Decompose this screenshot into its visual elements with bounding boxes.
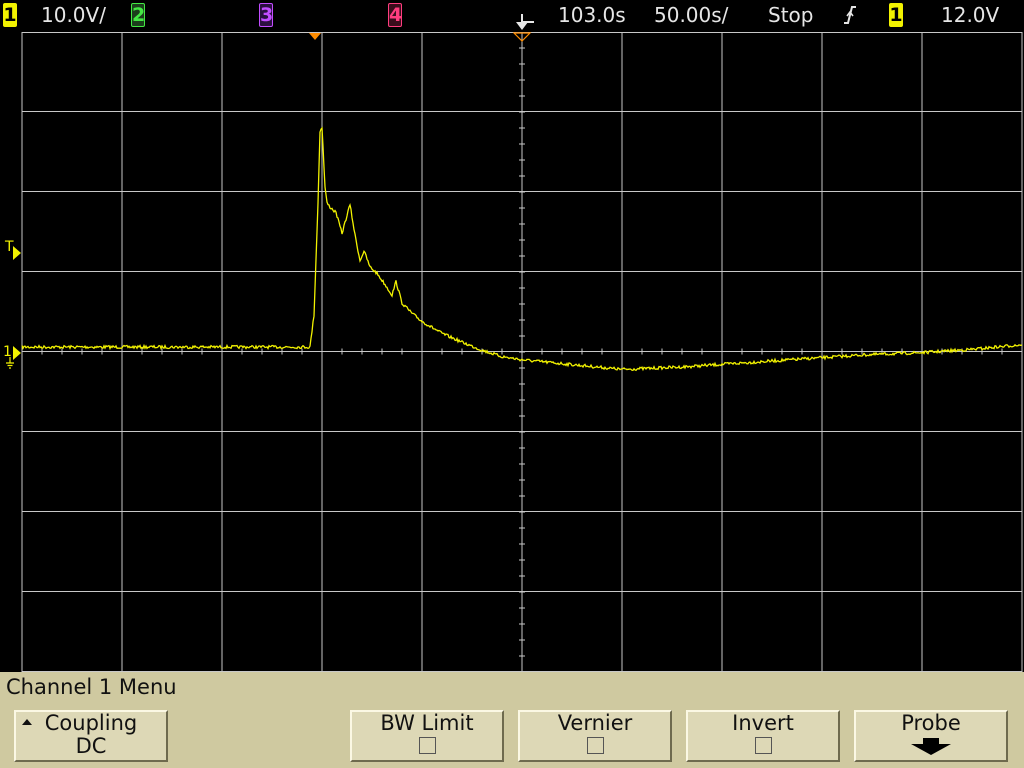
trigger-level-readout: 12.0V xyxy=(941,3,1000,27)
menu-title: Channel 1 Menu xyxy=(6,675,177,699)
channel-1-scale: 10.0V/ xyxy=(41,3,106,27)
trigger-source-indicator: 1 xyxy=(889,3,903,27)
coupling-softkey-label: Coupling xyxy=(44,711,138,735)
probe-softkey[interactable]: Probe xyxy=(854,710,1008,762)
run-state-readout: Stop xyxy=(768,3,814,27)
bw-limit-softkey[interactable]: BW Limit xyxy=(350,710,504,762)
vernier-softkey-label: Vernier xyxy=(557,711,633,735)
graticule: T 1 xyxy=(3,32,1023,672)
trigger-level-marker-icon xyxy=(13,246,21,260)
coupling-softkey-value: DC xyxy=(75,734,107,758)
bw-limit-checkbox[interactable] xyxy=(418,737,436,754)
channel-2-indicator[interactable]: 2 xyxy=(131,3,145,27)
vernier-checkbox[interactable] xyxy=(586,737,604,754)
channel-4-indicator[interactable]: 4 xyxy=(388,3,402,27)
coupling-softkey[interactable]: Coupling DC xyxy=(14,710,168,762)
ground-marker-icon xyxy=(13,346,21,360)
invert-softkey[interactable]: Invert xyxy=(686,710,840,762)
bw-limit-softkey-label: BW Limit xyxy=(380,711,474,735)
trigger-level-marker-label: T xyxy=(4,239,14,255)
channel-3-indicator[interactable]: 3 xyxy=(259,3,273,27)
waveform-display[interactable]: T 1 xyxy=(0,32,1024,672)
status-bar: 1 10.0V/ 2 3 4 103.0s 50.00s/ Stop 1 12.… xyxy=(0,0,1024,32)
oscilloscope-screen: 1 10.0V/ 2 3 4 103.0s 50.00s/ Stop 1 12.… xyxy=(0,0,1024,768)
delay-marker-icon xyxy=(516,14,534,30)
rising-edge-icon xyxy=(844,6,856,24)
time-scale-readout: 50.00s/ xyxy=(654,3,729,27)
probe-softkey-label: Probe xyxy=(901,711,961,735)
time-delay-readout: 103.0s xyxy=(558,3,626,27)
channel-menu-panel: Channel 1 Menu Coupling DC BW Limit Vern… xyxy=(0,672,1024,768)
vernier-softkey[interactable]: Vernier xyxy=(518,710,672,762)
invert-checkbox[interactable] xyxy=(754,737,772,754)
arrow-up-icon xyxy=(22,719,32,725)
arrow-down-icon xyxy=(911,738,951,755)
trigger-position-marker-icon xyxy=(309,33,321,40)
channel-1-indicator[interactable]: 1 xyxy=(3,3,17,27)
invert-softkey-label: Invert xyxy=(732,711,794,735)
